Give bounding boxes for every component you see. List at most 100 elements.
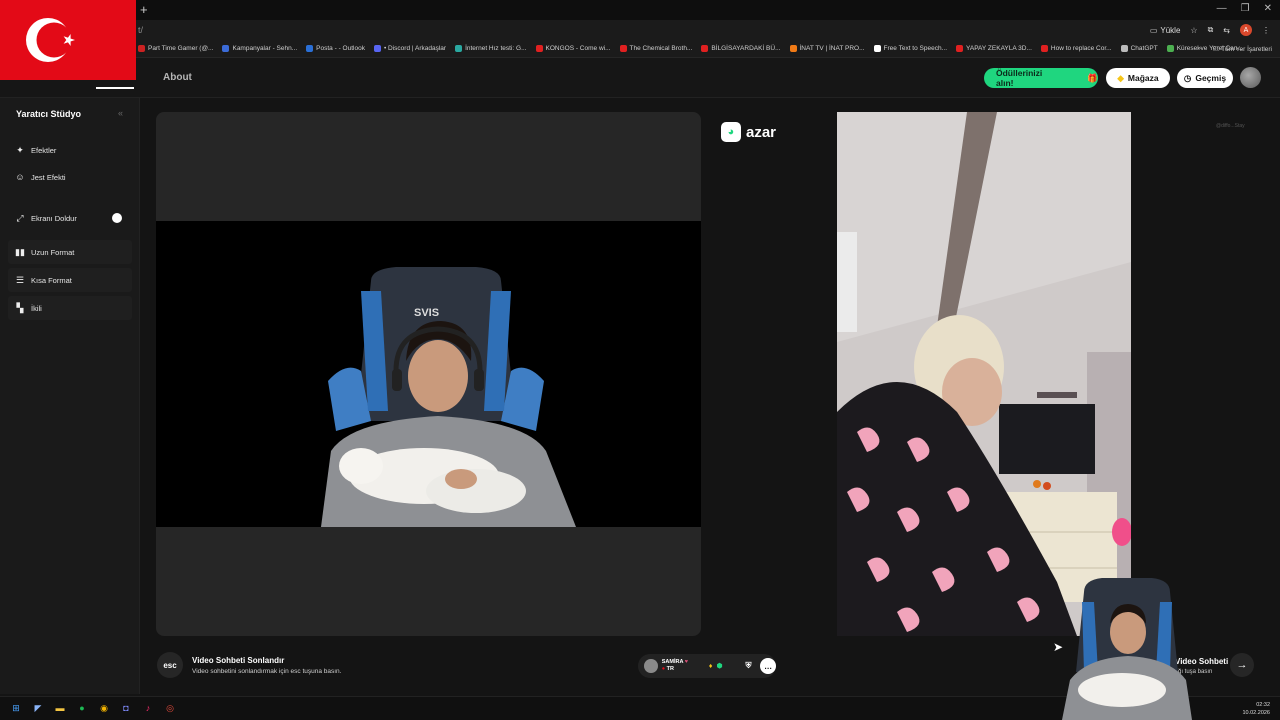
screen-share-icon: ▭	[1149, 25, 1158, 35]
upload-label: Yükle	[1160, 25, 1181, 35]
sidebar-item-fill-screen[interactable]: ⤢ Ekranı Doldur	[8, 206, 132, 230]
history-label: Geçmiş	[1195, 73, 1227, 83]
bookmark-label: KONGOS - Come wi...	[545, 45, 611, 52]
sidebar-item-label: Ekranı Doldur	[31, 213, 77, 223]
new-tab-button[interactable]: +	[140, 2, 148, 17]
clock-time: 02:32	[1256, 702, 1270, 708]
rewards-label: Ödüllerinizi alın!	[996, 68, 1043, 88]
report-button[interactable]: ⛨	[741, 658, 757, 674]
file-explorer-icon[interactable]: ▬	[53, 701, 67, 715]
all-bookmarks-button[interactable]: 🗀 Tüm Yer İşaretleri	[1213, 45, 1272, 56]
bookmark-item[interactable]: The Chemical Broth...	[619, 45, 692, 52]
expand-icon: ⤢	[16, 212, 24, 223]
bookmark-item[interactable]: How to replace Cor...	[1040, 45, 1112, 52]
user-avatar[interactable]	[1240, 67, 1261, 88]
end-chat-title: Video Sohbeti Sonlandır	[192, 656, 285, 665]
bookmarks-overflow-button[interactable]: »	[1197, 45, 1201, 56]
bookmark-label: İNAT TV | İNAT PRO...	[799, 45, 865, 52]
partner-avatar[interactable]	[644, 659, 658, 673]
turkish-flag-graphic	[0, 0, 136, 80]
bookmark-favicon-icon	[455, 45, 463, 52]
restore-icon[interactable]: ❐	[1241, 3, 1250, 14]
window-controls: — ❐ ✕	[1217, 3, 1272, 14]
bookmark-item[interactable]: ChatGPT	[1120, 45, 1158, 52]
azar-logo-text: azar	[746, 123, 777, 141]
bookmark-star-icon[interactable]: ☆	[1190, 26, 1197, 35]
bookmark-item[interactable]: Kampanyalar - Sehn...	[222, 45, 297, 52]
sidebar-item-dual[interactable]: ▚ İkili	[8, 296, 132, 320]
sidebar-item-gesture-effect[interactable]: ☺ Jest Efekti	[8, 165, 132, 189]
creator-studio-sidebar: Yaratıcı Stüdyo « ✦ Efektler ☺ Jest Efek…	[0, 98, 140, 694]
bookmark-favicon-icon	[1120, 45, 1128, 52]
long-format-icon: ▮▮	[15, 246, 25, 257]
bookmark-favicon-icon	[701, 45, 709, 52]
tiktok-icon[interactable]: ♪	[141, 701, 155, 715]
windows-start-icon[interactable]: ⊞	[9, 701, 23, 715]
bookmark-item[interactable]: • Discord | Arkadaşlar	[373, 45, 447, 52]
menu-kebab-icon[interactable]: ⋮	[1262, 26, 1270, 35]
clock-icon: ◷	[1183, 72, 1192, 83]
bookmark-label: İnternet Hız testi: G...	[465, 45, 527, 52]
fill-screen-toggle[interactable]	[112, 213, 122, 223]
shop-label: Mağaza	[1127, 73, 1159, 83]
history-button[interactable]: ◷ Geçmiş	[1177, 68, 1233, 88]
sidebar-item-effects[interactable]: ✦ Efektler	[8, 138, 132, 162]
rewards-button[interactable]: Ödüllerinizi alın! 🎁	[984, 68, 1098, 88]
profile-avatar[interactable]: A	[1240, 24, 1252, 36]
magic-wand-icon: ✦	[16, 144, 24, 155]
sidebar-collapse-button[interactable]: «	[118, 108, 123, 118]
system-clock[interactable]: 02:32 10.02.2026	[1242, 701, 1270, 717]
streamer-webcam-overlay	[1062, 572, 1192, 720]
bookmark-item[interactable]: KONGOS - Come wi...	[535, 45, 611, 52]
smile-icon: ☺	[15, 172, 25, 182]
bookmark-item[interactable]: İNAT TV | İNAT PRO...	[789, 45, 865, 52]
app-arrow-icon[interactable]: ◤	[31, 701, 45, 715]
bookmark-label: How to replace Cor...	[1050, 45, 1112, 52]
sidebar-item-long-format[interactable]: ▮▮ Uzun Format	[8, 240, 132, 264]
bookmark-favicon-icon	[789, 45, 797, 52]
sidebar-item-label: Jest Efekti	[31, 172, 66, 182]
extensions-icon[interactable]: ⧉	[1208, 25, 1214, 35]
bookmark-label: • Discord | Arkadaşlar	[383, 45, 447, 52]
spotify-icon[interactable]: ●	[75, 701, 89, 715]
bookmark-favicon-icon	[373, 45, 381, 52]
esc-end-chat-button[interactable]: esc	[157, 652, 183, 678]
partner-info-pill: SAMİRA ♥ ● TR ♦ ⬢ ⛨ …	[638, 654, 777, 678]
bookmark-favicon-icon	[222, 45, 230, 52]
next-chat-button[interactable]: →	[1230, 653, 1254, 677]
partner-video-image	[837, 112, 1131, 636]
self-video-feed: SVIS	[156, 221, 701, 527]
partner-country-text: TR	[666, 666, 674, 672]
gift-icon: 🎁	[1087, 72, 1098, 83]
sidebar-title: Yaratıcı Stüdyo	[16, 109, 82, 119]
upload-button[interactable]: ▭ Yükle	[1150, 26, 1181, 35]
sidebar-item-label: Kısa Format	[31, 275, 72, 285]
bookmark-item[interactable]: Free Text to Speech...	[873, 45, 948, 52]
bookmark-item[interactable]: YAPAY ZEKAYLA 3D...	[956, 45, 1032, 52]
discord-icon[interactable]: ◘	[119, 701, 133, 715]
bookmark-label: Kampanyalar - Sehn...	[232, 45, 298, 52]
close-icon[interactable]: ✕	[1264, 3, 1272, 14]
chrome-icon[interactable]: ◉	[97, 701, 111, 715]
sidebar-item-label: Efektler	[31, 145, 57, 155]
bookmark-label: Free Text to Speech...	[883, 45, 948, 52]
bookmark-item[interactable]: Part Time Gamer (@...	[138, 45, 213, 52]
bookmarks-end: » 🗀 Tüm Yer İşaretleri	[1197, 45, 1272, 56]
bookmark-item[interactable]: BİLGİSAYARDAKİ BÜ...	[701, 45, 781, 52]
sidebar-item-short-format[interactable]: ☰ Kısa Format	[8, 268, 132, 292]
url-input[interactable]: t/	[138, 25, 143, 35]
all-bookmarks-label: Tüm Yer İşaretleri	[1221, 46, 1272, 53]
tab-search-icon[interactable]: ⇆	[1223, 26, 1230, 35]
nav-about[interactable]: About	[163, 72, 192, 83]
chat-button[interactable]: …	[760, 658, 777, 674]
partner-video-panel	[837, 112, 1131, 636]
minimize-icon[interactable]: —	[1217, 3, 1227, 14]
bookmark-item[interactable]: Posta - - Outlook	[306, 45, 365, 52]
app-header: Pi..ic..at About Ödüllerinizi alın! 🎁 ◆ …	[0, 58, 1280, 98]
bookmark-item[interactable]: İnternet Hız testi: G...	[455, 45, 527, 52]
bookmark-favicon-icon	[1040, 45, 1048, 52]
bookmark-favicon-icon	[956, 45, 964, 52]
taskbar-apps: ⊞ ◤ ▬ ● ◉ ◘ ♪ ◎	[9, 701, 177, 715]
other-app-icon[interactable]: ◎	[163, 701, 177, 715]
shop-button[interactable]: ◆ Mağaza	[1106, 68, 1170, 88]
